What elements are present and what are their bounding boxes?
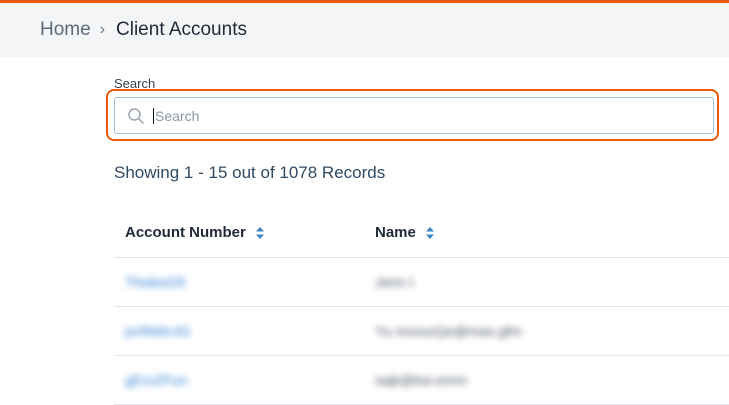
table-row[interactable]: pcRk6nJG Yu resourQe@mas.gfm	[114, 307, 729, 356]
sort-icon[interactable]	[255, 226, 264, 239]
column-header-account-number[interactable]: Account Number	[114, 224, 375, 241]
records-summary: Showing 1 - 15 out of 1078 Records	[114, 163, 386, 182]
account-number-link[interactable]: gEroZFun	[114, 372, 375, 388]
text-cursor	[153, 108, 154, 124]
column-header-label: Name	[375, 224, 416, 241]
chevron-right-icon: ›	[99, 21, 106, 38]
account-number-link[interactable]: pcRk6nJG	[114, 323, 375, 339]
table-row[interactable]: gEroZFun sajk@bsi.emm	[114, 356, 729, 405]
account-name: Yu resourQe@mas.gfm	[375, 323, 522, 339]
account-name: Jenn t	[375, 274, 414, 290]
table-row[interactable]: TNxkixD5 Jenn t	[114, 258, 729, 307]
account-number-link[interactable]: TNxkixD5	[114, 274, 375, 290]
column-header-name[interactable]: Name	[375, 224, 675, 241]
search-icon	[128, 108, 144, 124]
breadcrumb: Home › Client Accounts	[0, 3, 729, 57]
account-name: sajk@bsi.emm	[375, 372, 468, 388]
breadcrumb-home-link[interactable]: Home	[40, 19, 91, 41]
sort-icon[interactable]	[425, 226, 434, 239]
page-title: Client Accounts	[116, 19, 247, 40]
accounts-table: Account Number Name TNxkixD5 Jenn t pcRk…	[114, 208, 729, 405]
search-field[interactable]	[114, 97, 714, 134]
search-input[interactable]	[155, 98, 705, 133]
column-header-label: Account Number	[125, 224, 246, 241]
table-header: Account Number Name	[114, 208, 729, 258]
